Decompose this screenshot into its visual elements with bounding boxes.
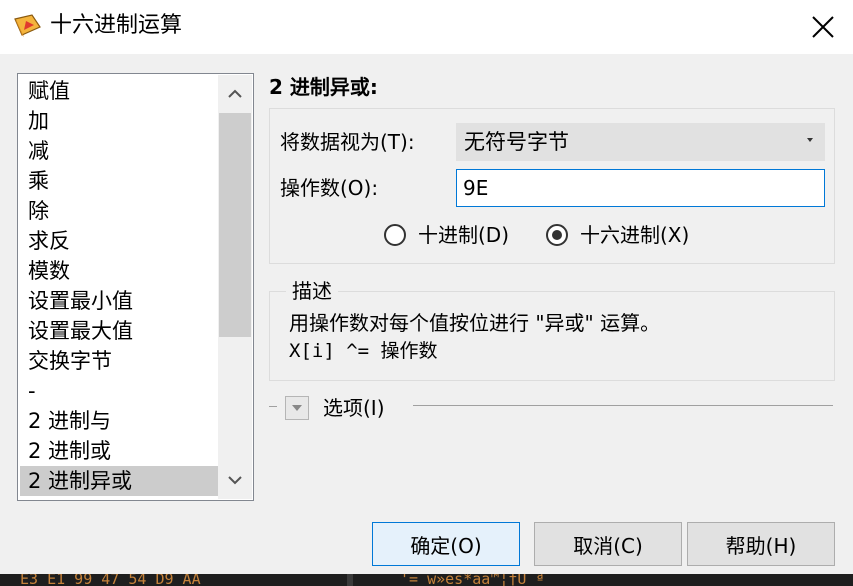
- operand-label: 操作数(O):: [280, 176, 379, 200]
- close-icon: [812, 16, 834, 38]
- options-expand-button[interactable]: [285, 396, 309, 420]
- list-item[interactable]: 乘: [20, 166, 220, 196]
- ok-button[interactable]: 确定(O): [372, 522, 520, 566]
- cancel-button[interactable]: 取消(C): [534, 522, 682, 566]
- data-type-label: 将数据视为(T):: [280, 130, 415, 154]
- options-divider-left: [269, 406, 277, 407]
- radio-decimal-circle[interactable]: [384, 224, 406, 246]
- radio-decimal[interactable]: 十进制(D): [384, 220, 509, 250]
- scroll-thumb[interactable]: [219, 113, 251, 337]
- scroll-up-button[interactable]: [218, 77, 252, 111]
- description-line-1: 用操作数对每个值按位进行 "异或" 运算。: [289, 311, 661, 335]
- chevron-down-icon: [228, 476, 242, 485]
- background-hex-bytes: E3 E1 99 47 54 D9 AA: [20, 574, 201, 586]
- radio-hex-circle[interactable]: [546, 224, 568, 246]
- dropdown-arrow-icon: [807, 138, 813, 142]
- list-item[interactable]: 求反: [20, 226, 220, 256]
- operand-input[interactable]: [456, 169, 825, 207]
- radio-hex-label: 十六进制(X): [580, 223, 690, 247]
- options-label[interactable]: 选项(I): [323, 393, 385, 423]
- list-item[interactable]: 2 进制异或: [20, 466, 220, 496]
- list-item[interactable]: 减: [20, 136, 220, 166]
- background-hex-editor: E3 E1 99 47 54 D9 AA '= w»es*aa™¦†Ü ª: [0, 574, 853, 586]
- radio-decimal-label: 十进制(D): [418, 223, 510, 247]
- list-item[interactable]: 加: [20, 106, 220, 136]
- list-item[interactable]: 交换字节: [20, 346, 220, 376]
- list-item[interactable]: 2 进制与: [20, 406, 220, 436]
- window-title: 十六进制运算: [50, 13, 183, 38]
- help-button[interactable]: 帮助(H): [687, 522, 835, 566]
- data-type-select[interactable]: 无符号字节: [456, 123, 825, 161]
- list-item[interactable]: 设置最小值: [20, 286, 220, 316]
- list-item[interactable]: 模数: [20, 256, 220, 286]
- list-item[interactable]: 赋值: [20, 76, 220, 106]
- list-scrollbar[interactable]: [218, 75, 252, 499]
- operation-list-items: 赋值加减乘除求反 模数 设置最小值 设置最大值 交换字节 -2 进制与 2 进制或 2 进制异…: [20, 76, 220, 496]
- operation-list[interactable]: 赋值加减乘除求反 模数 设置最小值 设置最大值 交换字节 -2 进制与 2 进制或 2 进制异…: [17, 73, 254, 501]
- radio-hex[interactable]: 十六进制(X): [546, 220, 689, 250]
- title-bar: 十六进制运算: [0, 0, 853, 54]
- list-item[interactable]: -: [20, 376, 220, 406]
- options-divider-right: [413, 405, 833, 406]
- chevron-up-icon: [228, 89, 242, 98]
- list-item[interactable]: 除: [20, 196, 220, 226]
- background-ascii: '= w»es*aa™¦†Ü ª: [400, 574, 545, 586]
- app-icon: [14, 14, 41, 37]
- description-line-2: X[i] ^= 操作数: [289, 340, 438, 362]
- background-separator: [347, 574, 353, 586]
- list-item[interactable]: 2 进制或: [20, 436, 220, 466]
- operation-title: 2 进制异或:: [269, 75, 378, 99]
- data-type-value: 无符号字节: [464, 130, 569, 154]
- close-button[interactable]: [803, 8, 843, 46]
- list-item[interactable]: 设置最大值: [20, 316, 220, 346]
- scroll-down-button[interactable]: [218, 463, 252, 497]
- description-legend: 描述: [286, 276, 338, 306]
